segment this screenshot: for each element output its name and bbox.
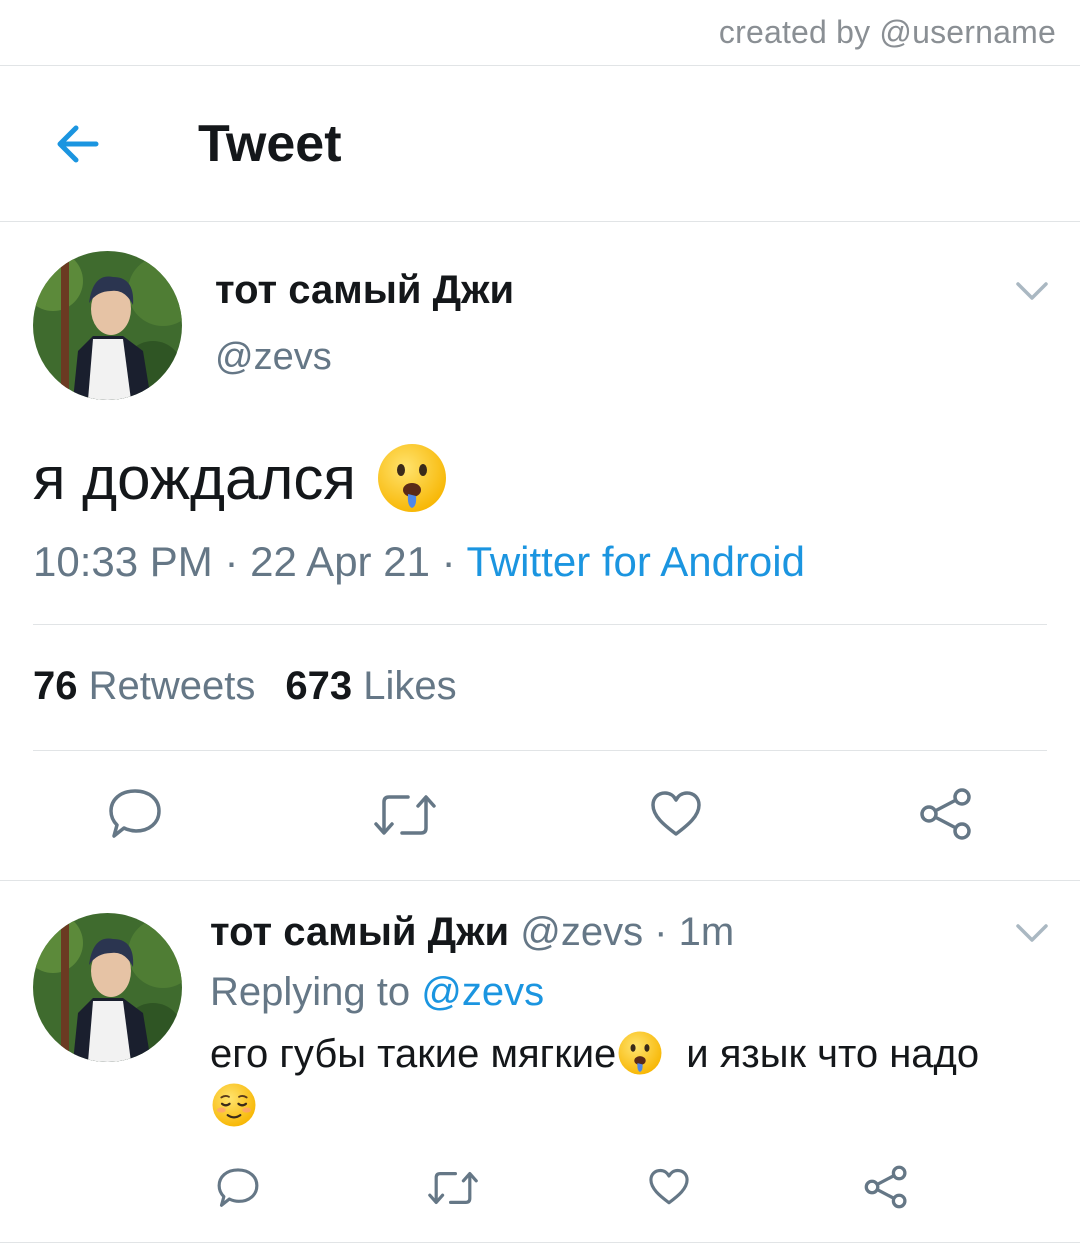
- reply-handle-time: @zevs · 1m: [520, 910, 735, 954]
- tweet-separator: [0, 880, 1080, 881]
- reply-button[interactable]: [215, 1166, 261, 1215]
- reply-text-part1: его губы такие мягкие: [210, 1032, 617, 1076]
- likes-label: Likes: [363, 664, 457, 708]
- meta-separator: ·: [441, 538, 467, 585]
- drooling-face-icon: [374, 440, 450, 516]
- retweet-button[interactable]: [428, 1168, 478, 1213]
- tweet-source-link[interactable]: Twitter for Android: [467, 538, 805, 585]
- tweet-text: я дождался: [33, 440, 450, 516]
- retweet-icon: [428, 1172, 478, 1204]
- tweet-stats: 76 Retweets 673 Likes: [33, 664, 457, 709]
- reply-author-name[interactable]: тот самый Джи: [210, 910, 509, 954]
- retweets-label: Retweets: [88, 664, 256, 708]
- chevron-down-icon: [1016, 924, 1048, 942]
- reply-text-part2: и язык что надо: [686, 1032, 980, 1076]
- divider: [33, 750, 1047, 751]
- back-button[interactable]: [50, 116, 106, 172]
- reply-header: тот самый Джи @zevs · 1m: [210, 910, 734, 955]
- share-button[interactable]: [863, 1164, 909, 1215]
- replying-mention-link[interactable]: @zevs: [421, 970, 544, 1014]
- reply-button[interactable]: [106, 786, 164, 847]
- avatar[interactable]: [33, 251, 182, 400]
- reply-text: его губы такие мягкие и язык что надо: [210, 1028, 1050, 1132]
- chevron-down-icon: [1016, 282, 1048, 300]
- likes-stat[interactable]: 673 Likes: [285, 664, 456, 708]
- reply-menu-button[interactable]: [1014, 918, 1050, 953]
- author-handle[interactable]: @zevs: [215, 336, 332, 379]
- relieved-face-icon: [210, 1081, 258, 1129]
- tweet-menu-button[interactable]: [1014, 276, 1050, 311]
- page-title: Tweet: [198, 115, 342, 173]
- retweets-count: 76: [33, 664, 78, 708]
- share-icon: [864, 1165, 907, 1209]
- tweet-meta: 10:33 PM · 22 Apr 21 · Twitter for Andro…: [33, 538, 805, 586]
- share-button[interactable]: [918, 786, 974, 847]
- replying-label: Replying to: [210, 970, 411, 1014]
- avatar[interactable]: [33, 913, 182, 1062]
- divider: [33, 624, 1047, 625]
- watermark-bar: created by @username: [0, 0, 1080, 66]
- reply-icon: [109, 789, 161, 838]
- tweet-date: 22 Apr 21: [250, 538, 430, 585]
- watermark-text: created by @username: [718, 14, 1056, 50]
- retweet-icon: [374, 795, 436, 835]
- likes-count: 673: [285, 664, 353, 708]
- tweet-time: 10:33 PM: [33, 538, 213, 585]
- like-button[interactable]: [648, 788, 704, 845]
- retweets-stat[interactable]: 76 Retweets: [33, 664, 255, 708]
- author-display-name[interactable]: тот самый Джи: [215, 268, 514, 313]
- share-icon: [920, 788, 971, 840]
- retweet-button[interactable]: [374, 790, 436, 845]
- meta-separator: ·: [224, 538, 251, 585]
- like-icon: [649, 1168, 689, 1205]
- drooling-face-icon: [616, 1029, 664, 1077]
- like-icon: [651, 791, 701, 836]
- like-button[interactable]: [647, 1166, 691, 1213]
- replying-to: Replying to @zevs: [210, 970, 544, 1015]
- top-app-bar: Tweet: [0, 66, 1080, 222]
- tweet-separator: [0, 1242, 1080, 1243]
- reply-icon: [217, 1168, 259, 1207]
- arrow-left-icon: [57, 125, 99, 163]
- tweet-text-content: я дождался: [33, 444, 356, 512]
